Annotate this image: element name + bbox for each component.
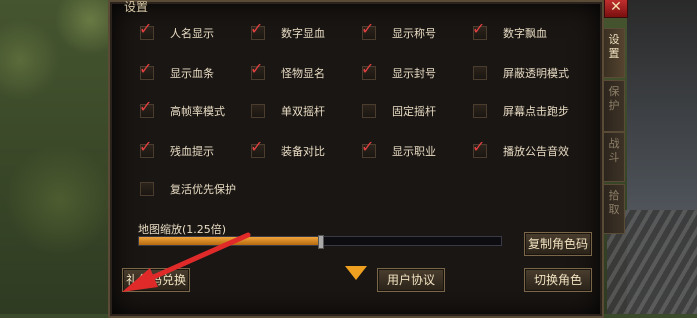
option-item[interactable]: ✓ 显示血条 (139, 61, 214, 82)
option-item[interactable]: 复活优先保护 (140, 180, 236, 198)
option-label: 数字显血 (281, 27, 325, 40)
option-item[interactable]: ✓ 播放公告音效 (472, 139, 569, 160)
checkmark-icon: ✓ (472, 137, 486, 156)
copy-role-code-button[interactable]: 复制角色码 (524, 232, 592, 256)
map-zoom-label: 地图缩放(1.25倍) (138, 223, 227, 236)
tab-settings[interactable]: 设置 (603, 28, 625, 78)
option-item[interactable]: ✓ 显示封号 (361, 61, 436, 82)
option-item[interactable]: 固定摇杆 (362, 102, 436, 120)
option-item[interactable]: ✓ 显示称号 (361, 21, 436, 42)
option-checkbox[interactable]: ✓ (361, 139, 376, 158)
option-item[interactable]: ✓ 装备对比 (250, 139, 325, 160)
checkmark-icon: ✓ (361, 59, 375, 78)
option-item[interactable]: ✓ 显示职业 (361, 139, 436, 160)
option-item[interactable]: ✓ 数字显血 (250, 21, 325, 42)
option-item[interactable]: ✓ 高帧率模式 (139, 99, 225, 120)
option-label: 数字飘血 (503, 27, 547, 40)
option-checkbox[interactable]: ✓ (139, 139, 154, 158)
panel-title: 设置 (124, 0, 149, 14)
option-checkbox[interactable] (473, 104, 487, 118)
option-checkbox[interactable]: ✓ (250, 21, 265, 40)
option-label: 屏蔽透明模式 (503, 67, 569, 80)
option-label: 装备对比 (281, 145, 325, 158)
checkmark-icon: ✓ (361, 137, 375, 156)
map-zoom-slider-fill (139, 237, 320, 245)
map-zoom-slider[interactable] (138, 235, 502, 249)
map-zoom-slider-handle[interactable] (318, 235, 324, 249)
checkmark-icon: ✓ (139, 59, 153, 78)
user-agreement-button[interactable]: 用户协议 (377, 268, 445, 292)
checkmark-icon: ✓ (250, 59, 264, 78)
option-label: 显示血条 (170, 67, 214, 80)
option-item[interactable]: ✓ 怪物显名 (250, 61, 325, 82)
option-label: 显示封号 (392, 67, 436, 80)
option-item[interactable]: 屏蔽透明模式 (473, 64, 569, 82)
option-item[interactable]: ✓ 残血提示 (139, 139, 214, 160)
option-label: 屏幕点击跑步 (503, 105, 569, 118)
checkmark-icon: ✓ (139, 137, 153, 156)
option-label: 显示职业 (392, 145, 436, 158)
option-checkbox[interactable]: ✓ (139, 61, 154, 80)
option-label: 人名显示 (170, 27, 214, 40)
option-label: 怪物显名 (281, 67, 325, 80)
option-item[interactable]: ✓ 人名显示 (139, 21, 214, 42)
gift-code-redeem-button[interactable]: 礼包码兑换 (122, 268, 190, 292)
option-checkbox[interactable]: ✓ (472, 139, 487, 158)
switch-role-button[interactable]: 切换角色 (524, 268, 592, 292)
tab-protection[interactable]: 保护 (603, 80, 625, 132)
checkmark-icon: ✓ (139, 19, 153, 38)
tab-combat[interactable]: 战斗 (603, 132, 625, 182)
option-checkbox[interactable] (362, 104, 376, 118)
option-checkbox[interactable]: ✓ (472, 21, 487, 40)
option-checkbox[interactable]: ✓ (139, 99, 154, 118)
tab-pickup[interactable]: 拾取 (603, 184, 625, 234)
option-label: 播放公告音效 (503, 145, 569, 158)
option-item[interactable]: ✓ 数字飘血 (472, 21, 547, 42)
option-label: 复活优先保护 (170, 183, 236, 196)
option-checkbox[interactable]: ✓ (139, 21, 154, 40)
option-checkbox[interactable]: ✓ (250, 61, 265, 80)
option-checkbox[interactable] (251, 104, 265, 118)
option-checkbox[interactable]: ✓ (361, 61, 376, 80)
option-checkbox[interactable] (473, 66, 487, 80)
checkmark-icon: ✓ (139, 97, 153, 116)
checkmark-icon: ✓ (361, 19, 375, 38)
option-label: 固定摇杆 (392, 105, 436, 118)
option-label: 高帧率模式 (170, 105, 225, 118)
close-button[interactable]: ✕ (604, 0, 628, 18)
option-checkbox[interactable] (140, 182, 154, 196)
option-checkbox[interactable]: ✓ (361, 21, 376, 40)
option-label: 单双摇杆 (281, 105, 325, 118)
option-item[interactable]: 屏幕点击跑步 (473, 102, 569, 120)
expand-arrow-icon[interactable] (345, 266, 367, 280)
option-item[interactable]: 单双摇杆 (251, 102, 325, 120)
checkmark-icon: ✓ (250, 19, 264, 38)
checkmark-icon: ✓ (250, 137, 264, 156)
checkmark-icon: ✓ (472, 19, 486, 38)
option-checkbox[interactable]: ✓ (250, 139, 265, 158)
option-label: 显示称号 (392, 27, 436, 40)
option-label: 残血提示 (170, 145, 214, 158)
